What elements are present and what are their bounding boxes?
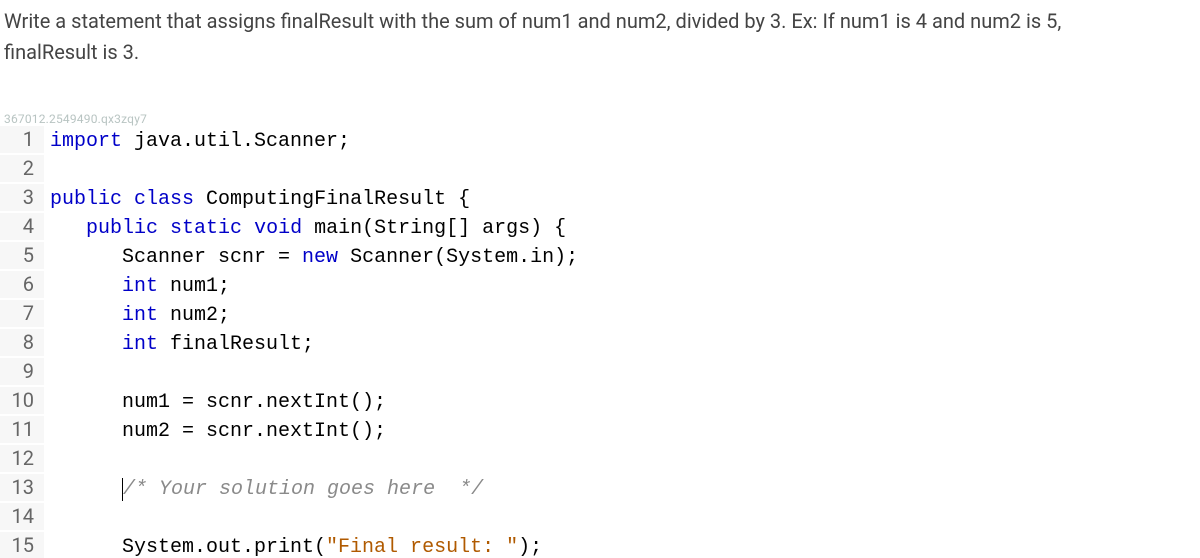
code-line[interactable]: 1import java.util.Scanner;	[0, 126, 1200, 155]
code-line[interactable]: 3public class ComputingFinalResult {	[0, 184, 1200, 213]
code-content[interactable]	[44, 505, 62, 532]
line-number: 15	[0, 532, 44, 558]
token-kw: class	[134, 188, 194, 211]
code-content[interactable]	[44, 157, 62, 184]
line-number: 13	[0, 474, 44, 501]
code-content[interactable]: int num1;	[44, 273, 230, 300]
token-kw: int	[122, 304, 158, 327]
code-content[interactable]	[44, 360, 62, 387]
code-content[interactable]: num2 = scnr.nextInt();	[44, 418, 386, 445]
token-kw: int	[122, 275, 158, 298]
token-plain: num2 = scnr.nextInt();	[50, 420, 386, 443]
line-number: 8	[0, 329, 44, 356]
code-line[interactable]: 12	[0, 445, 1200, 474]
token-plain	[50, 275, 122, 298]
token-plain: ComputingFinalResult {	[194, 188, 470, 211]
code-content[interactable]: /* Your solution goes here */	[44, 476, 483, 503]
line-number: 3	[0, 184, 44, 211]
token-kw: static	[170, 217, 242, 240]
code-line[interactable]: 2	[0, 155, 1200, 184]
problem-prompt: Write a statement that assigns finalResu…	[0, 0, 1200, 86]
token-kw: public	[50, 188, 122, 211]
code-line[interactable]: 14	[0, 503, 1200, 532]
line-number: 7	[0, 300, 44, 327]
line-number: 4	[0, 213, 44, 240]
prompt-line-1: Write a statement that assigns finalResu…	[4, 9, 1061, 33]
token-plain: Scanner scnr =	[50, 246, 302, 269]
prompt-line-2: finalResult is 3.	[4, 40, 139, 64]
question-id: 367012.2549490.qx3zqy7	[0, 112, 1200, 126]
code-line[interactable]: 6 int num1;	[0, 271, 1200, 300]
code-editor[interactable]: 1import java.util.Scanner;2 3public clas…	[0, 126, 1200, 558]
line-number: 2	[0, 155, 44, 182]
code-line[interactable]: 7 int num2;	[0, 300, 1200, 329]
token-plain: Scanner(System.in);	[338, 246, 578, 269]
code-content[interactable]: import java.util.Scanner;	[44, 128, 350, 155]
token-plain	[50, 333, 122, 356]
token-plain	[242, 217, 254, 240]
code-content[interactable]: System.out.print("Final result: ");	[44, 534, 542, 558]
code-line[interactable]: 8 int finalResult;	[0, 329, 1200, 358]
line-number: 12	[0, 445, 44, 472]
token-plain	[50, 217, 86, 240]
line-number: 1	[0, 126, 44, 153]
line-number: 14	[0, 503, 44, 530]
code-content[interactable]: public class ComputingFinalResult {	[44, 186, 470, 213]
line-number: 10	[0, 387, 44, 414]
token-plain	[122, 188, 134, 211]
token-str: "Final result: "	[326, 536, 518, 558]
code-line[interactable]: 10 num1 = scnr.nextInt();	[0, 387, 1200, 416]
line-number: 6	[0, 271, 44, 298]
token-kw: public	[86, 217, 158, 240]
token-plain	[158, 217, 170, 240]
token-plain	[50, 478, 122, 501]
code-line[interactable]: 5 Scanner scnr = new Scanner(System.in);	[0, 242, 1200, 271]
code-content[interactable]: int finalResult;	[44, 331, 314, 358]
token-plain: java.util.Scanner;	[122, 130, 350, 153]
code-content[interactable]: int num2;	[44, 302, 230, 329]
token-plain: num1 = scnr.nextInt();	[50, 391, 386, 414]
token-plain: num1;	[158, 275, 230, 298]
code-content[interactable]: num1 = scnr.nextInt();	[44, 389, 386, 416]
token-plain: finalResult;	[158, 333, 314, 356]
code-content[interactable]: Scanner scnr = new Scanner(System.in);	[44, 244, 578, 271]
code-content[interactable]	[44, 447, 62, 474]
code-line[interactable]: 11 num2 = scnr.nextInt();	[0, 416, 1200, 445]
code-line[interactable]: 13 /* Your solution goes here */	[0, 474, 1200, 503]
token-plain: num2;	[158, 304, 230, 327]
code-line[interactable]: 4 public static void main(String[] args)…	[0, 213, 1200, 242]
line-number: 9	[0, 358, 44, 385]
token-kw: new	[302, 246, 338, 269]
line-number: 11	[0, 416, 44, 443]
token-plain	[50, 304, 122, 327]
code-content[interactable]: public static void main(String[] args) {	[44, 215, 566, 242]
token-kw: int	[122, 333, 158, 356]
token-plain: System.out.print(	[50, 536, 326, 558]
token-cmt: /* Your solution goes here */	[123, 478, 483, 501]
token-plain: main(String[] args) {	[302, 217, 566, 240]
code-line[interactable]: 9	[0, 358, 1200, 387]
token-kw: import	[50, 130, 122, 153]
token-kw: void	[254, 217, 302, 240]
line-number: 5	[0, 242, 44, 269]
token-plain: );	[518, 536, 542, 558]
code-line[interactable]: 15 System.out.print("Final result: ");	[0, 532, 1200, 558]
